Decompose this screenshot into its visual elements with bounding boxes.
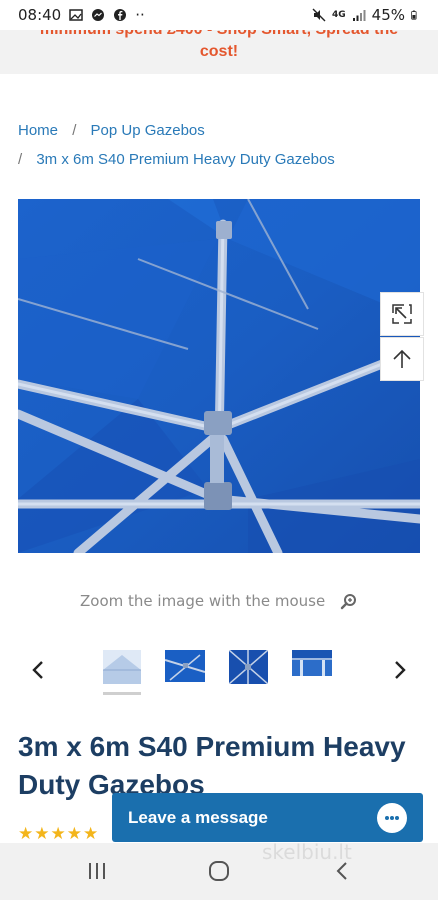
messenger-icon bbox=[92, 9, 105, 21]
thumbnail-active-indicator bbox=[103, 692, 141, 695]
breadcrumb-current-link[interactable]: 3m x 6m S40 Premium Heavy Duty Gazebos bbox=[36, 151, 334, 168]
chevron-left-icon[interactable] bbox=[28, 658, 48, 682]
leave-message-chat-button[interactable]: Leave a message bbox=[112, 793, 423, 842]
arrow-up-icon bbox=[393, 349, 411, 368]
battery-percent: 45% bbox=[371, 6, 405, 24]
status-more-dots: ·· bbox=[135, 6, 145, 24]
breadcrumb-category-link[interactable]: Pop Up Gazebos bbox=[91, 122, 205, 139]
gallery-icon bbox=[69, 9, 83, 21]
gazebo-canopy-frame-photo bbox=[18, 199, 420, 553]
recent-apps-icon[interactable] bbox=[84, 859, 110, 883]
scroll-top-button[interactable] bbox=[380, 337, 424, 381]
promo-banner: minimum spend £400 - Shop Smart, Spread … bbox=[0, 30, 438, 74]
thumbnail-3[interactable] bbox=[229, 650, 268, 684]
mute-icon bbox=[312, 8, 326, 22]
zoom-hint: Zoom the image with the mouse bbox=[0, 592, 438, 611]
zoom-hint-text: Zoom the image with the mouse bbox=[80, 592, 326, 610]
expand-button[interactable] bbox=[380, 292, 424, 336]
status-bar: 08:40 ·· 4G 45% bbox=[0, 0, 438, 30]
breadcrumb-separator: / bbox=[72, 122, 77, 139]
expand-icon bbox=[392, 304, 412, 324]
thumbnail-2[interactable] bbox=[165, 650, 205, 684]
breadcrumb: Home / Pop Up Gazebos / 3m x 6m S40 Prem… bbox=[18, 116, 418, 174]
zoom-search-icon bbox=[340, 593, 356, 609]
android-navigation-bar bbox=[0, 843, 438, 900]
thumbnail-carousel bbox=[0, 648, 438, 698]
status-time: 08:40 bbox=[18, 6, 62, 24]
rating-stars: ★★★★★ bbox=[18, 824, 100, 843]
home-icon[interactable] bbox=[206, 859, 232, 883]
watermark: skelbiu.lt bbox=[262, 840, 352, 864]
main-product-image[interactable] bbox=[18, 199, 420, 553]
breadcrumb-separator: / bbox=[18, 151, 23, 168]
network-type: 4G bbox=[332, 10, 346, 20]
promo-line-2: cost! bbox=[199, 43, 239, 60]
chat-bubble-icon bbox=[377, 802, 407, 833]
facebook-icon bbox=[114, 9, 127, 21]
breadcrumb-home-link[interactable]: Home bbox=[18, 122, 58, 139]
thumbnail-1[interactable] bbox=[103, 650, 141, 684]
thumbnail-4[interactable] bbox=[292, 650, 332, 684]
chat-label: Leave a message bbox=[128, 807, 268, 827]
signal-icon bbox=[352, 10, 366, 21]
battery-icon bbox=[411, 10, 417, 20]
chevron-right-icon[interactable] bbox=[390, 658, 410, 682]
